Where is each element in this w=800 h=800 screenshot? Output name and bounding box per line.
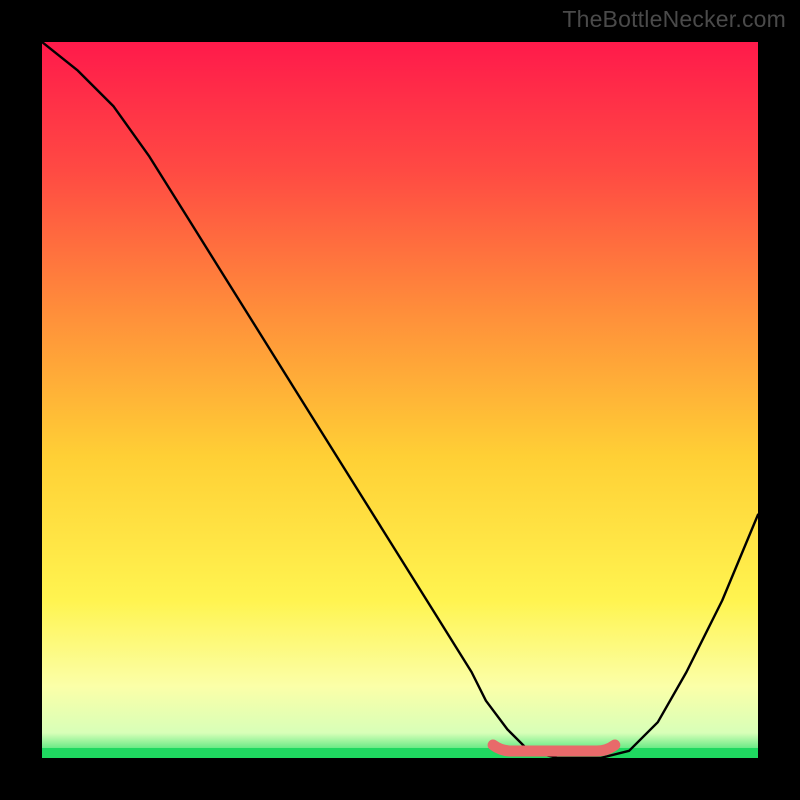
gradient-background	[42, 42, 758, 758]
highlight-segment	[493, 745, 615, 751]
green-band	[42, 748, 758, 758]
watermark-text: TheBottleNecker.com	[562, 6, 786, 33]
chart-plot	[42, 42, 758, 758]
chart-frame: TheBottleNecker.com	[0, 0, 800, 800]
